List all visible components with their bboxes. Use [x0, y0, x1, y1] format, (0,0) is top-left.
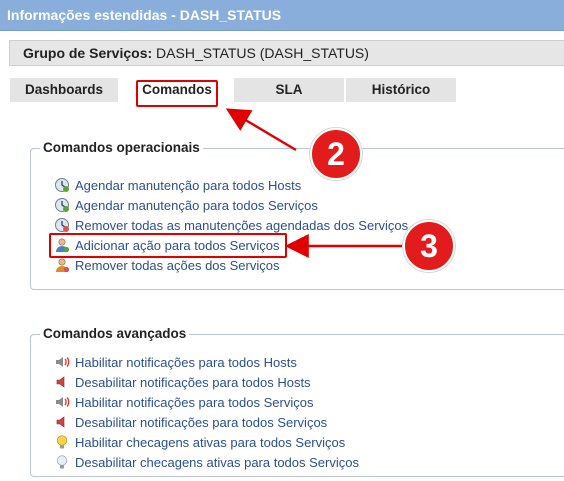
schedule-maintenance-hosts-link[interactable]: Agendar manutenção para todos Hosts: [54, 176, 301, 194]
tab-historico[interactable]: Histórico: [346, 78, 456, 102]
speaker-off-icon: [56, 416, 65, 428]
highlight-box-add-action: [49, 233, 287, 258]
schedule-maintenance-services-link[interactable]: Agendar manutenção para todos Serviços: [54, 196, 318, 214]
clock-icon: [55, 178, 69, 192]
tab-sla[interactable]: SLA: [234, 78, 344, 102]
disable-notifications-hosts-link[interactable]: Desabilitar notificações para todos Host…: [54, 373, 311, 391]
clock-icon: [55, 198, 69, 212]
step-3-badge: 3: [403, 220, 455, 272]
service-group-label: Grupo de Serviços:: [23, 45, 153, 61]
step-2-badge: 2: [310, 128, 362, 180]
command-label: Desabilitar notificações para todos Serv…: [75, 414, 328, 430]
enable-notifications-hosts-link[interactable]: Habilitar notificações para todos Hosts: [54, 353, 297, 371]
service-group-value: DASH_STATUS (DASH_STATUS): [156, 45, 369, 61]
disable-notifications-services-link[interactable]: Desabilitar notificações para todos Serv…: [54, 413, 327, 431]
command-label: Habilitar notificações para todos Hosts: [75, 354, 297, 370]
user-icon: [56, 258, 70, 273]
tab-dashboards[interactable]: Dashboards: [10, 78, 118, 102]
service-group-bar: Grupo de Serviços: DASH_STATUS (DASH_STA…: [9, 40, 564, 66]
remove-all-actions-link[interactable]: Remover todas ações dos Serviços: [54, 256, 279, 274]
window-title: Informações estendidas - DASH_STATUS: [0, 0, 564, 31]
speaker-off-icon: [56, 376, 65, 388]
command-label: Habilitar checagens ativas para todos Se…: [75, 434, 346, 450]
speaker-on-icon: [56, 357, 70, 367]
bulb-on-icon: [56, 435, 68, 449]
command-label: Agendar manutenção para todos Serviços: [75, 197, 318, 213]
operational-commands-legend: Comandos operacionais: [40, 140, 203, 155]
disable-active-checks-link[interactable]: Desabilitar checagens ativas para todos …: [54, 453, 359, 471]
command-label: Desabilitar checagens ativas para todos …: [75, 454, 359, 470]
enable-active-checks-link[interactable]: Habilitar checagens ativas para todos Se…: [54, 433, 345, 451]
command-label: Habilitar notificações para todos Serviç…: [75, 394, 314, 410]
arrow-to-comandos: [225, 108, 297, 152]
command-label: Remover todas ações dos Serviços: [75, 257, 280, 273]
speaker-on-icon: [56, 397, 70, 407]
enable-notifications-services-link[interactable]: Habilitar notificações para todos Serviç…: [54, 393, 313, 411]
command-label: Remover todas as manutenções agendadas d…: [75, 217, 409, 233]
clock-icon: [55, 218, 69, 232]
command-label: Agendar manutenção para todos Hosts: [75, 177, 302, 193]
highlight-box-comandos: [136, 80, 218, 107]
bulb-off-icon: [56, 455, 68, 469]
remove-scheduled-maintenance-link[interactable]: Remover todas as manutenções agendadas d…: [54, 216, 408, 234]
advanced-commands-legend: Comandos avançados: [40, 326, 190, 341]
command-label: Desabilitar notificações para todos Host…: [75, 374, 311, 390]
